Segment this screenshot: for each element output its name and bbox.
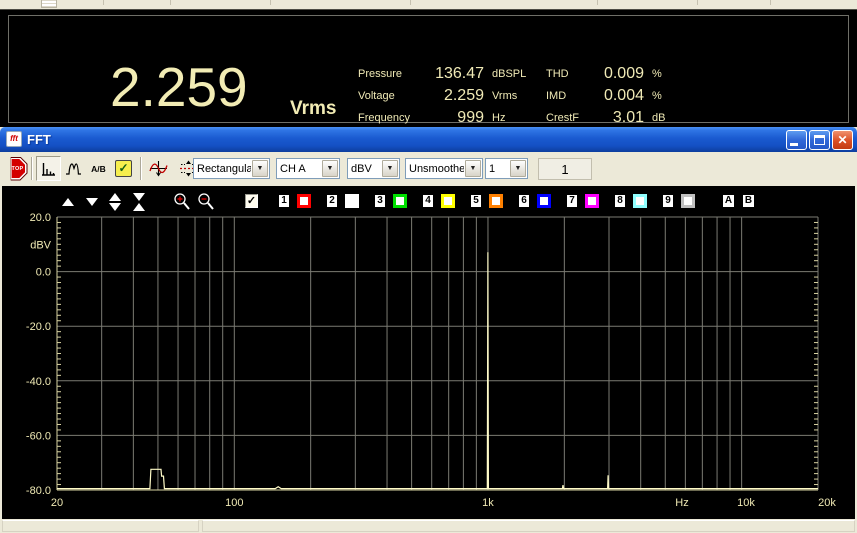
background-toolbar-separator [270,0,271,5]
close-icon: ✕ [837,133,848,147]
x-axis-tick-label: 100 [225,497,243,509]
fft-window: fft FFT ✕ STOP A/B ✓ Rectangular ▼ CH A … [0,127,857,533]
meter-unit: % [652,68,662,80]
chevron-down-icon[interactable]: ▼ [382,160,398,177]
averaging-combo-value: 1 [489,162,496,175]
background-toolbar-separator [410,0,411,5]
background-toolbar-separator [103,0,104,5]
spectrum-bars-icon [42,163,55,176]
toolbar-separator [31,157,33,180]
meter-main-unit: Vrms [290,98,337,119]
background-toolbar-separator [770,0,771,5]
minimize-button[interactable] [786,130,807,150]
spectrum-trace [57,252,818,490]
status-pane-right [202,520,855,532]
chevron-down-icon[interactable]: ▼ [252,160,268,177]
background-toolbar-button [41,0,57,8]
meter-unit: Vrms [492,90,518,102]
y-axis-tick-label: -80.0 [26,485,51,497]
meter-unit: dBSPL [492,68,527,80]
meter-unit: dB [652,112,666,124]
ab-compare-icon: A/B [91,163,106,174]
x-axis-tick-label: 10k [737,497,755,509]
meter-label: Frequency [358,112,410,124]
background-toolbar-separator [697,0,698,5]
channel-combo[interactable]: CH A ▼ [276,158,340,179]
meter-label: Pressure [358,68,403,80]
average-counter: 1 [538,158,592,180]
meter-label: CrestF [546,112,579,124]
y-axis-tick-label: -20.0 [26,321,51,333]
fft-chart-area: ✓ 123456789AB 20.0 0.0 -20.0 -40.0 -60.0 -80.… [2,186,855,519]
status-pane-left [2,520,199,532]
fft-toolbar: STOP A/B ✓ Rectangular ▼ CH A ▼ dBV ▼ Un… [0,152,857,186]
fft-titlebar[interactable]: fft FFT ✕ [0,127,857,152]
statusbar [0,519,857,533]
meter-unit: Hz [492,112,506,124]
window-function-combo[interactable]: Rectangular ▼ [193,158,270,179]
background-toolbar-separator [170,0,171,5]
x-axis-tick-label: 1k [482,497,494,509]
background-window-edge [0,0,857,9]
x-axis-tick-label: 20k [818,497,836,509]
time-record-icon [149,161,168,177]
meter-unit: % [652,90,662,102]
stop-icon: STOP [10,156,28,181]
smoothing-combo-value: Unsmoothed [409,162,464,175]
meter-value: 999 [457,109,484,126]
averaging-combo[interactable]: 1 ▼ [485,158,528,179]
y-axis-tick-label: -40.0 [26,376,51,388]
meter-main-value: 2.259 [110,56,248,118]
ab-compare-button[interactable]: A/B [86,156,111,181]
curve-mode-button[interactable] [61,156,86,181]
minimize-icon [790,143,798,146]
y-axis-tick-label: 0.0 [36,267,51,279]
meter-panel: 2.259 Vrms Pressure 136.47 dBSPL THD 0.009% V… [0,9,857,127]
screen: 2.259 Vrms Pressure 136.47 dBSPL THD 0.009% V… [0,0,857,533]
spectrum-mode-button[interactable] [36,156,61,181]
close-button[interactable]: ✕ [832,130,853,150]
fft-window-icon: fft [6,131,22,147]
x-axis-unit-label: Hz [675,497,688,509]
meter-label: IMD [546,90,567,102]
maximize-button[interactable] [809,130,830,150]
smoothing-combo[interactable]: Unsmoothed▼ [405,158,483,179]
magnitude-combo[interactable]: dBV ▼ [347,158,400,179]
y-axis-tick-label: -60.0 [26,430,51,442]
stop-button[interactable]: STOP [3,156,28,181]
meter-value: 0.004 [603,87,644,104]
fft-window-title: FFT [27,132,51,147]
y-axis-tick-label: 20.0 [30,212,51,224]
meter-value: 0.009 [603,65,644,82]
channel-combo-value: CH A [280,162,306,175]
chevron-down-icon[interactable]: ▼ [322,160,338,177]
meter-value: 3.01 [612,109,644,126]
smoothed-curve-icon [66,163,81,175]
meter-readings: Pressure 136.47 dBSPL THD 0.009% Voltage 2.259… [358,63,678,129]
time-record-button[interactable] [145,156,172,181]
background-toolbar-separator [597,0,598,5]
meter-label: THD [546,68,569,80]
checklist-icon: ✓ [115,160,132,177]
window-function-combo-value: Rectangular [197,162,251,175]
maximize-icon [814,135,825,145]
magnitude-combo-value: dBV [351,162,372,175]
x-axis-tick-label: 20 [51,497,63,509]
y-axis-unit-label: dBV [30,239,51,251]
chevron-down-icon[interactable]: ▼ [465,160,481,177]
toolbar-separator [140,157,142,180]
chevron-down-icon[interactable]: ▼ [510,160,526,177]
meter-value: 2.259 [443,87,484,104]
fft-plot[interactable]: 20.0 0.0 -20.0 -40.0 -60.0 -80.0 dBV 20 100 1k 10k… [2,186,855,519]
setup-button[interactable]: ✓ [111,156,136,181]
meter-label: Voltage [358,90,395,102]
meter-value: 136.47 [435,65,484,82]
